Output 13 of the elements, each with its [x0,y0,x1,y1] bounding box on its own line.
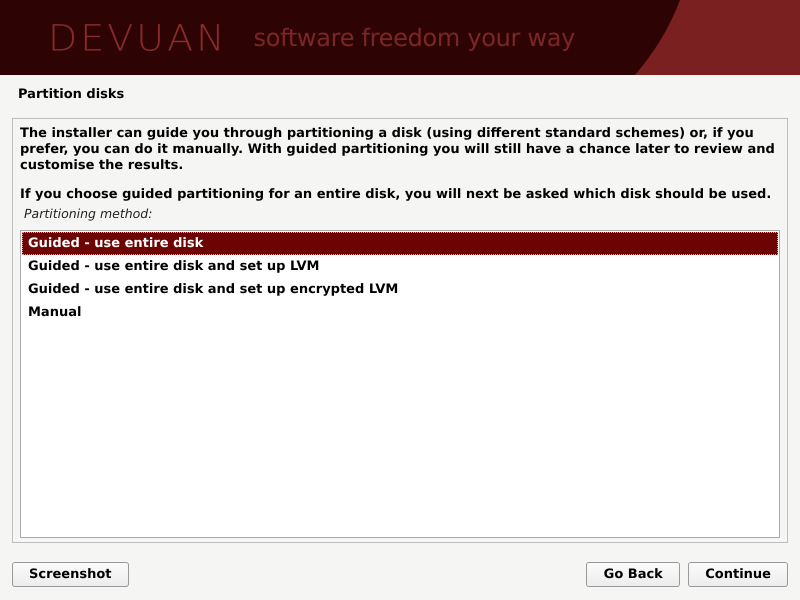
screenshot-button[interactable]: Screenshot [12,562,129,587]
dialog-button[interactable]: Go Back [586,562,680,587]
logo: DEVUAN [48,16,228,58]
page-title: Partition disks [17,86,126,104]
description-text: If you choose guided partitioning for an entire disk, you will next be asked which disk should be used. [20,187,772,203]
list-item[interactable]: Guided - use entire disk and set up LVM [22,255,778,278]
list-item[interactable]: Guided - use entire disk [22,232,778,255]
description-text: The installer can guide you through partitioning a disk (using different standard schemes) or, if you prefer, you can do it manually. With guided partitioning you will still have a chance later to review and customise the results. [20,126,776,174]
dialog-button[interactable]: Continue [688,562,788,587]
list-item[interactable]: Guided - use entire disk and set up encrypted LVM [22,278,778,301]
tagline: software freedom your way [254,24,576,52]
list-label: Partitioning method: [24,206,154,223]
list-item[interactable]: Manual [22,301,778,324]
